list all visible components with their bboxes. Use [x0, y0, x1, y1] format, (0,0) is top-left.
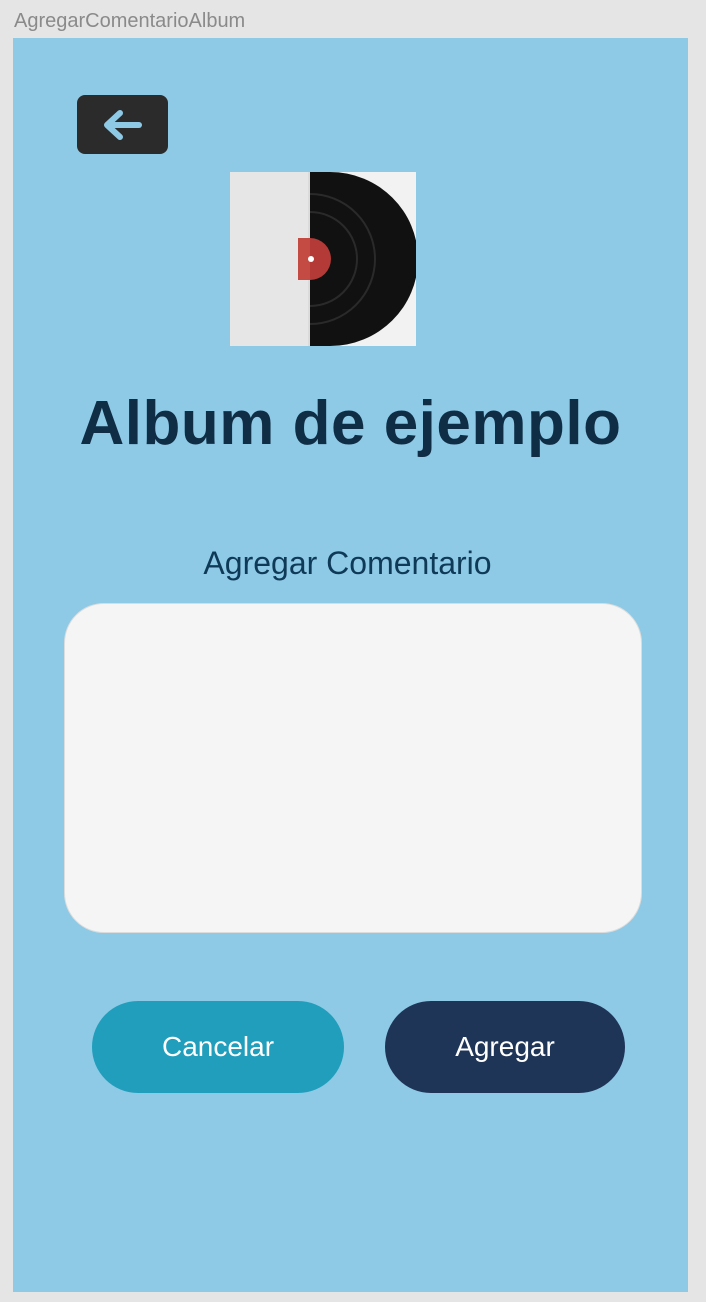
screen: Album de ejemplo Agregar Comentario Canc… [13, 38, 688, 1292]
back-button[interactable] [77, 95, 168, 154]
add-button[interactable]: Agregar [385, 1001, 625, 1093]
frame-label: AgregarComentarioAlbum [14, 10, 246, 32]
album-cover-image [230, 172, 416, 346]
comment-label: Agregar Comentario [203, 545, 492, 581]
arrow-left-icon [103, 109, 142, 140]
cancel-button[interactable]: Cancelar [92, 1001, 344, 1093]
comment-input[interactable] [64, 603, 642, 933]
album-title: Album de ejemplo [79, 389, 622, 458]
